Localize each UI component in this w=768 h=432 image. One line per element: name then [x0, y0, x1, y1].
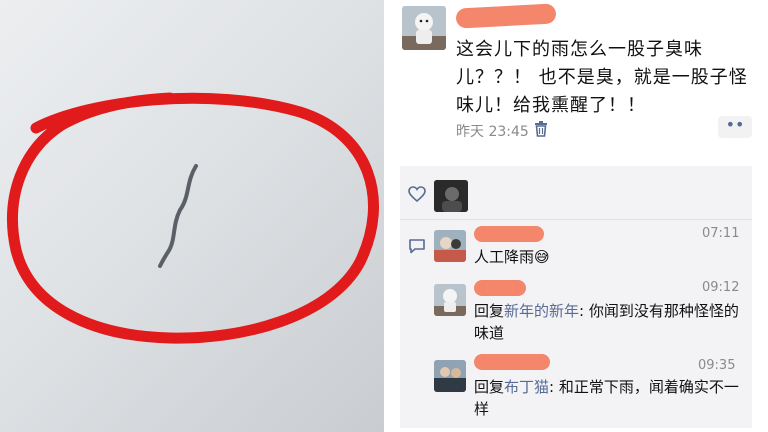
comment-time: 07:11	[702, 226, 740, 241]
poster-avatar[interactable]	[402, 6, 446, 50]
reply-to-link[interactable]: 新年的新年	[504, 302, 579, 320]
more-options-button[interactable]: ••	[718, 116, 752, 138]
commenter-avatar[interactable]	[434, 230, 466, 262]
comment-time: 09:35	[698, 358, 736, 373]
moments-post: 这会儿下的雨怎么一股子臭味儿？？！ 也不是臭，就是一股子怪味儿！给我熏醒了！！ …	[396, 0, 768, 160]
redacted-commenter-name	[474, 280, 526, 296]
commenter-avatar[interactable]	[434, 284, 466, 316]
likes-separator	[400, 219, 752, 220]
heart-outline-icon	[408, 186, 426, 202]
redacted-commenter-name	[474, 226, 544, 242]
comment-text: 人工降雨😅	[474, 248, 550, 266]
raindrop-streak	[158, 164, 198, 268]
redacted-username	[455, 3, 557, 29]
comment-time: 09:12	[702, 280, 740, 295]
commenter-avatar[interactable]	[434, 360, 466, 392]
comment-text: 回复新年的新年: 你闻到没有那种怪怪的味道	[474, 302, 739, 342]
reply-to-link[interactable]: 布丁猫	[504, 378, 549, 396]
trash-icon[interactable]	[534, 121, 548, 137]
redacted-commenter-name	[474, 354, 550, 370]
photo-raindrop-closeup[interactable]	[0, 0, 384, 432]
red-circle-annotation	[7, 92, 379, 344]
post-text: 这会儿下的雨怎么一股子臭味儿？？！ 也不是臭，就是一股子怪味儿！给我熏醒了！！	[456, 39, 748, 116]
speech-bubble-icon	[409, 239, 425, 254]
sweat-smile-emoji: 😅	[534, 248, 550, 266]
likes-comments-panel: 07:11 人工降雨😅 09:12 回复新年的新年: 你闻到没有那种怪怪的味道 …	[400, 166, 752, 428]
panel-divider	[384, 0, 396, 432]
liker-avatar[interactable]	[434, 180, 468, 212]
comment-text: 回复布丁猫: 和正常下雨，闻着确实不一样	[474, 378, 739, 418]
post-time: 昨天 23:45	[456, 124, 529, 140]
